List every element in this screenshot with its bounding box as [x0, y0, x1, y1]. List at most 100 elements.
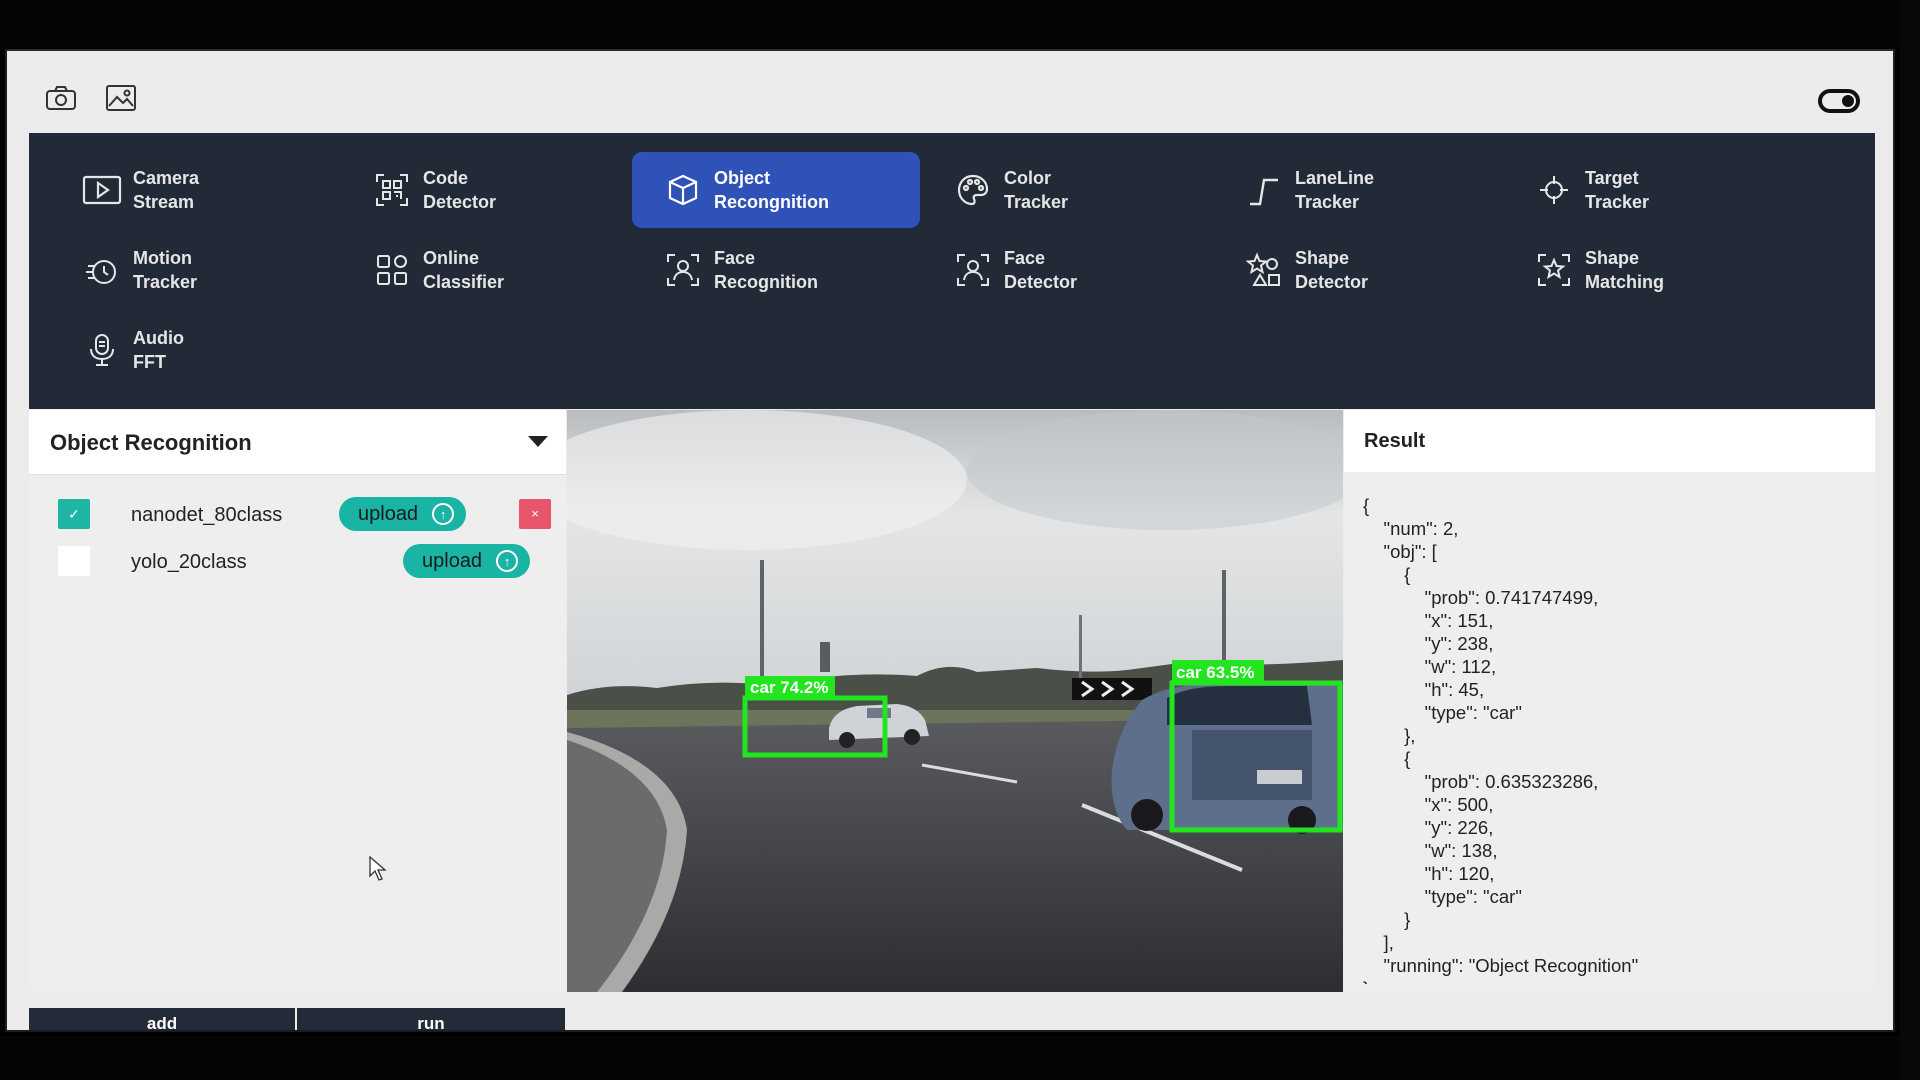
palette-icon — [952, 169, 994, 211]
app-window: Camera Stream Code Detector Object Recongniti… — [5, 49, 1895, 1032]
result-panel-header: Result — [1344, 410, 1875, 472]
camera-feed: car 74.2% car 63.5% — [567, 410, 1343, 992]
nav-item-label-line2: Tracker — [133, 272, 198, 292]
nav-item-label: Motion Tracker — [133, 246, 293, 294]
nav-item-label-line2: Tracker — [1004, 192, 1069, 212]
nav-item-label-line2: Tracker — [1585, 192, 1650, 212]
nav-item-label: Face Detector — [1004, 246, 1164, 294]
motion-icon — [81, 249, 123, 291]
model-row: yolo_20class upload ↑ — [29, 541, 566, 581]
toolbar — [7, 51, 1893, 133]
screen-top-border — [0, 0, 1920, 48]
cube-icon — [662, 169, 704, 211]
nav-item-label-line2: Stream — [133, 192, 195, 212]
nav-item-label-line2: Recongnition — [714, 192, 829, 212]
nav-item-label-line1: Motion — [133, 248, 192, 268]
nav-item-label-line2: Detector — [423, 192, 497, 212]
model-checkbox[interactable] — [58, 546, 90, 576]
star-scan-icon — [1533, 249, 1575, 291]
crosshair-icon — [1533, 169, 1575, 211]
result-title: Result — [1364, 430, 1426, 452]
mouse-cursor-icon — [369, 856, 387, 881]
run-button[interactable]: run — [297, 1008, 565, 1030]
nav-item-label-line1: Face — [1004, 248, 1046, 268]
nav-item-label-line2: FFT — [133, 352, 166, 372]
nav-item-label-line2: Matching — [1585, 272, 1664, 292]
nav-item-object-recongnition[interactable]: Object Recongnition — [632, 152, 920, 228]
screen-right-border — [1900, 0, 1920, 1080]
model-name: nanodet_80class — [131, 504, 283, 526]
nav-item-face-detector[interactable]: Face Detector — [922, 232, 1210, 308]
lane-icon — [1243, 169, 1285, 211]
nav-item-label-line2: Tracker — [1295, 192, 1360, 212]
nav-item-shape-matching[interactable]: Shape Matching — [1503, 232, 1791, 308]
nav-item-label: Object Recongnition — [714, 166, 874, 214]
nav-item-label: Shape Detector — [1295, 246, 1455, 294]
upload-button[interactable]: upload ↑ — [403, 544, 531, 578]
delete-model-button[interactable]: × — [519, 499, 551, 529]
model-row: ✓ nanodet_80class upload ↑ × — [29, 494, 566, 534]
nav-item-label-line1: Shape — [1585, 248, 1640, 268]
nav-item-label-line1: Camera — [133, 168, 200, 188]
nav-item-face-recognition[interactable]: Face Recognition — [632, 232, 920, 308]
detection-label: car 63.5% — [1176, 663, 1254, 682]
image-icon[interactable] — [103, 83, 139, 113]
camera-icon[interactable] — [43, 83, 79, 113]
add-button[interactable]: add — [29, 1008, 295, 1030]
nav-item-label: Online Classifier — [423, 246, 583, 294]
qr-code-icon — [371, 169, 413, 211]
nav-item-label-line1: Face — [714, 248, 756, 268]
nav-item-label-line1: Shape — [1295, 248, 1350, 268]
result-panel: Result { "num": 2, "obj": [ { "prob": 0.… — [1344, 410, 1875, 991]
shapes-icon — [1243, 249, 1285, 291]
nav-item-label: Face Recognition — [714, 246, 874, 294]
nav-item-label-line2: Detector — [1004, 272, 1078, 292]
chevron-down-icon[interactable] — [528, 436, 548, 447]
nav-item-label-line2: Recognition — [714, 272, 818, 292]
nav-item-label-line1: Online — [423, 248, 480, 268]
nav-item-label-line1: Code — [423, 168, 468, 188]
result-json-output: { "num": 2, "obj": [ { "prob": 0.7417474… — [1363, 495, 1639, 984]
nav-item-label: Target Tracker — [1585, 166, 1745, 214]
nav-item-audio-fft[interactable]: Audio FFT — [51, 312, 339, 388]
model-panel: Object Recognition ✓ nanodet_80class upl… — [29, 410, 566, 991]
nav-item-camera-stream[interactable]: Camera Stream — [51, 152, 339, 228]
face-scan-icon — [662, 249, 704, 291]
microphone-icon — [81, 329, 123, 371]
nav-item-label-line2: Classifier — [423, 272, 505, 292]
play-icon — [81, 169, 123, 211]
nav-item-label: LaneLine Tracker — [1295, 166, 1455, 214]
nav-item-label-line1: Color — [1004, 168, 1051, 188]
model-panel-header: Object Recognition — [29, 410, 566, 475]
upload-label: upload — [422, 549, 483, 572]
model-checkbox[interactable]: ✓ — [58, 499, 90, 529]
nav-item-motion-tracker[interactable]: Motion Tracker — [51, 232, 339, 308]
grid-icon — [371, 249, 413, 291]
face-scan-icon — [952, 249, 994, 291]
theme-toggle[interactable] — [1818, 89, 1860, 113]
screen-bottom-border — [0, 1036, 1920, 1080]
model-panel-title: Object Recognition — [50, 430, 252, 455]
nav-item-code-detector[interactable]: Code Detector — [341, 152, 629, 228]
toggle-knob — [1842, 95, 1854, 107]
nav-item-label-line2: Detector — [1295, 272, 1369, 292]
nav-item-label-line1: Target — [1585, 168, 1639, 188]
nav-item-label: Shape Matching — [1585, 246, 1745, 294]
nav-item-color-tracker[interactable]: Color Tracker — [922, 152, 1210, 228]
nav-item-label-line1: Audio — [133, 328, 184, 348]
nav-item-label: Audio FFT — [133, 326, 293, 374]
nav-item-online-classifier[interactable]: Online Classifier — [341, 232, 629, 308]
nav-item-label: Color Tracker — [1004, 166, 1164, 214]
nav-item-shape-detector[interactable]: Shape Detector — [1213, 232, 1501, 308]
model-name: yolo_20class — [131, 551, 247, 573]
nav-item-label: Code Detector — [423, 166, 583, 214]
nav-item-laneline-tracker[interactable]: LaneLine Tracker — [1213, 152, 1501, 228]
nav-item-label-line1: LaneLine — [1295, 168, 1375, 188]
upload-arrow-icon: ↑ — [432, 503, 455, 525]
detection-label: car 74.2% — [750, 678, 828, 697]
function-nav-panel: Camera Stream Code Detector Object Recongniti… — [29, 133, 1875, 409]
upload-label: upload — [358, 502, 419, 525]
upload-button[interactable]: upload ↑ — [339, 497, 467, 531]
nav-item-target-tracker[interactable]: Target Tracker — [1503, 152, 1791, 228]
nav-item-label: Camera Stream — [133, 166, 293, 214]
